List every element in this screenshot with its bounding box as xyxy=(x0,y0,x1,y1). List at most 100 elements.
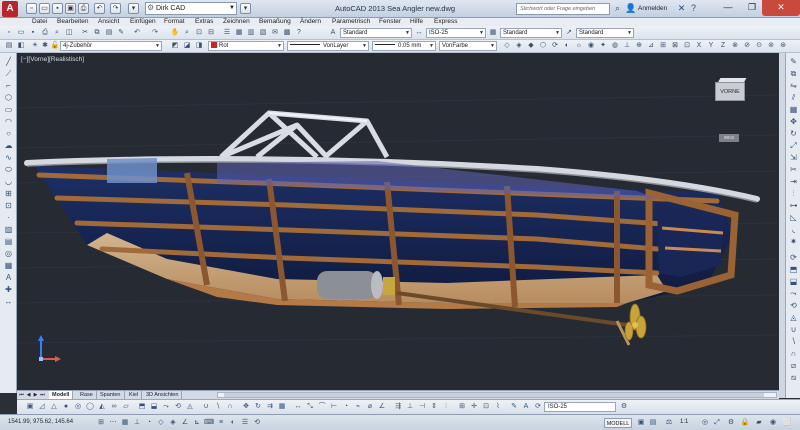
center-mark-icon[interactable]: ✛ xyxy=(469,402,479,412)
qnew-icon[interactable]: ▭ xyxy=(16,28,26,38)
paste-icon[interactable]: ▤ xyxy=(104,28,114,38)
wedge-icon[interactable]: ◿ xyxy=(37,402,47,412)
cut-icon[interactable]: ✂ xyxy=(80,28,90,38)
first-tab-icon[interactable]: ⏮ xyxy=(18,391,25,399)
lock-icon[interactable]: 🔓 xyxy=(50,41,60,51)
fillet-icon[interactable]: ◟ xyxy=(788,225,799,235)
join-icon[interactable]: ⊶ xyxy=(788,201,799,211)
ucs-previous-icon[interactable]: ⊙ xyxy=(754,41,764,51)
planar-surface-icon[interactable]: ▱ xyxy=(121,402,131,412)
lineweight-combo[interactable]: 0.05 mm ▼ xyxy=(372,41,436,51)
revolve-icon[interactable]: ⟲ xyxy=(788,301,799,311)
text-style-combo[interactable]: Standard ▼ xyxy=(340,28,412,38)
hatch-icon[interactable]: ▨ xyxy=(3,225,14,235)
sweep-icon[interactable]: ⤳ xyxy=(161,402,171,412)
quick-view-drawings-icon[interactable]: ▤ xyxy=(648,418,658,428)
scale-icon[interactable]: ⤢ xyxy=(788,141,799,151)
camera-icon[interactable]: ◉ xyxy=(586,41,596,51)
3d-align-icon[interactable]: ⇉ xyxy=(265,402,275,412)
zoom-window-icon[interactable]: ⊡ xyxy=(194,28,204,38)
menu-parametrisch[interactable]: Parametrisch xyxy=(332,18,370,26)
mirror-icon[interactable]: ⇋ xyxy=(788,81,799,91)
plot-icon[interactable]: ⎙ xyxy=(78,3,89,14)
selection-cycling-icon[interactable]: ⟲ xyxy=(252,418,262,428)
quick-view-layouts-icon[interactable]: ▣ xyxy=(636,418,646,428)
pyramid-icon[interactable]: ◭ xyxy=(97,402,107,412)
menu-einfuegen[interactable]: Einfügen xyxy=(130,18,156,26)
inspection-icon[interactable]: ⊡ xyxy=(481,402,491,412)
ucs-z-axis-icon[interactable]: ⊛ xyxy=(778,41,788,51)
save-as-icon[interactable]: ▣ xyxy=(65,3,76,14)
menu-hilfe[interactable]: Hilfe xyxy=(410,18,423,26)
layer-match-icon[interactable]: ◨ xyxy=(194,41,204,51)
cone-icon[interactable]: △ xyxy=(49,402,59,412)
dynamic-ucs-icon[interactable]: ⊾ xyxy=(192,418,202,428)
erase-icon[interactable]: ✎ xyxy=(788,57,799,67)
revolve-icon[interactable]: ⟲ xyxy=(173,402,183,412)
application-menu-button[interactable]: A xyxy=(2,1,18,17)
auto-scale-icon[interactable]: ⤢ xyxy=(712,418,722,428)
maximize-button[interactable]: ❐ xyxy=(740,0,764,16)
markup-icon[interactable]: ✉ xyxy=(270,28,280,38)
subtract-icon[interactable]: ∖ xyxy=(788,337,799,347)
lineweight-icon[interactable]: ≡ xyxy=(216,418,226,428)
help-search-input[interactable]: Stichwort oder Frage eingeben xyxy=(516,3,610,15)
tab-3d-ansichten[interactable]: 3D Ansichten xyxy=(143,391,183,399)
matchprop-icon[interactable]: ✎ xyxy=(116,28,126,38)
ucs-z-icon[interactable]: Z xyxy=(718,41,728,51)
viewport-controls-label[interactable]: [−][Vorne][Realistisch] xyxy=(21,56,84,63)
undo-icon[interactable]: ↶ xyxy=(132,28,142,38)
radius-dim-icon[interactable]: ◔ xyxy=(341,402,351,412)
dim-text-edit-icon[interactable]: A xyxy=(521,402,531,412)
table-icon[interactable]: ▦ xyxy=(3,261,14,271)
subtract-icon[interactable]: ∖ xyxy=(213,402,223,412)
aligned-dim-icon[interactable]: ⤡ xyxy=(305,402,315,412)
ucs-object-icon[interactable]: ⊠ xyxy=(670,41,680,51)
region-icon[interactable]: ◎ xyxy=(3,249,14,259)
dynamic-input-icon[interactable]: ⌨ xyxy=(204,418,214,428)
annotation-scale-value[interactable]: 1:1 xyxy=(680,419,688,425)
offset-icon[interactable]: ⫽ xyxy=(788,93,799,103)
ucs-world-icon[interactable]: ⊕ xyxy=(634,41,644,51)
construction-line-icon[interactable]: ⟋ xyxy=(3,69,14,79)
gradient-icon[interactable]: ▤ xyxy=(3,237,14,247)
model-space-toggle[interactable]: MODELL xyxy=(604,418,632,428)
mtext-icon[interactable]: A xyxy=(3,273,14,283)
tab-rase[interactable]: Rase xyxy=(77,391,97,399)
angular-dim-icon[interactable]: ∠ xyxy=(377,402,387,412)
presspull-icon[interactable]: ⬓ xyxy=(788,277,799,287)
redo-icon[interactable]: ↷ xyxy=(110,3,121,14)
publish-icon[interactable]: ◫ xyxy=(64,28,74,38)
box-icon[interactable]: ▣ xyxy=(25,402,35,412)
sweep-icon[interactable]: ⤳ xyxy=(788,289,799,299)
explode-icon[interactable]: ✷ xyxy=(788,237,799,247)
preview-icon[interactable]: ⌕ xyxy=(52,28,62,38)
tab-modell[interactable]: Modell xyxy=(49,391,74,399)
stretch-icon[interactable]: ⇲ xyxy=(788,153,799,163)
insert-block-icon[interactable]: ⊞ xyxy=(3,189,14,199)
sheet-set-icon[interactable]: ▧ xyxy=(258,28,268,38)
tool-palettes-icon[interactable]: ▥ xyxy=(246,28,256,38)
polygon-icon[interactable]: ⬡ xyxy=(3,93,14,103)
section-icon[interactable]: ⧅ xyxy=(788,373,799,383)
extrude-icon[interactable]: ⬒ xyxy=(788,265,799,275)
viewcube[interactable]: VORNE xyxy=(715,78,747,102)
extend-icon[interactable]: ⇥ xyxy=(788,177,799,187)
ellipse-icon[interactable]: ⬭ xyxy=(3,165,14,175)
dim-style-combo[interactable]: ISO-25 ▼ xyxy=(426,28,486,38)
quick-dim-icon[interactable]: ⇶ xyxy=(393,402,403,412)
linetype-combo[interactable]: VonLayer ▼ xyxy=(287,41,369,51)
arc-length-icon[interactable]: ⌒ xyxy=(317,402,327,412)
material-icon[interactable]: ◍ xyxy=(610,41,620,51)
zoom-realtime-icon[interactable]: ⌕ xyxy=(182,28,192,38)
annotation-scale-icon[interactable]: ⚖ xyxy=(664,418,674,428)
toolbar-lock-icon[interactable]: 🔒 xyxy=(740,418,750,428)
cylinder-icon[interactable]: ◎ xyxy=(73,402,83,412)
menu-bearbeiten[interactable]: Bearbeiten xyxy=(57,18,88,26)
hardware-acceleration-icon[interactable]: ▰ xyxy=(754,418,764,428)
quick-properties-icon[interactable]: ☰ xyxy=(240,418,250,428)
grid-display-icon[interactable]: ▦ xyxy=(120,418,130,428)
linear-dim-icon[interactable]: ↔ xyxy=(293,402,303,412)
quickcalc-icon[interactable]: ▩ xyxy=(282,28,292,38)
dim-edit-icon[interactable]: ✎ xyxy=(509,402,519,412)
